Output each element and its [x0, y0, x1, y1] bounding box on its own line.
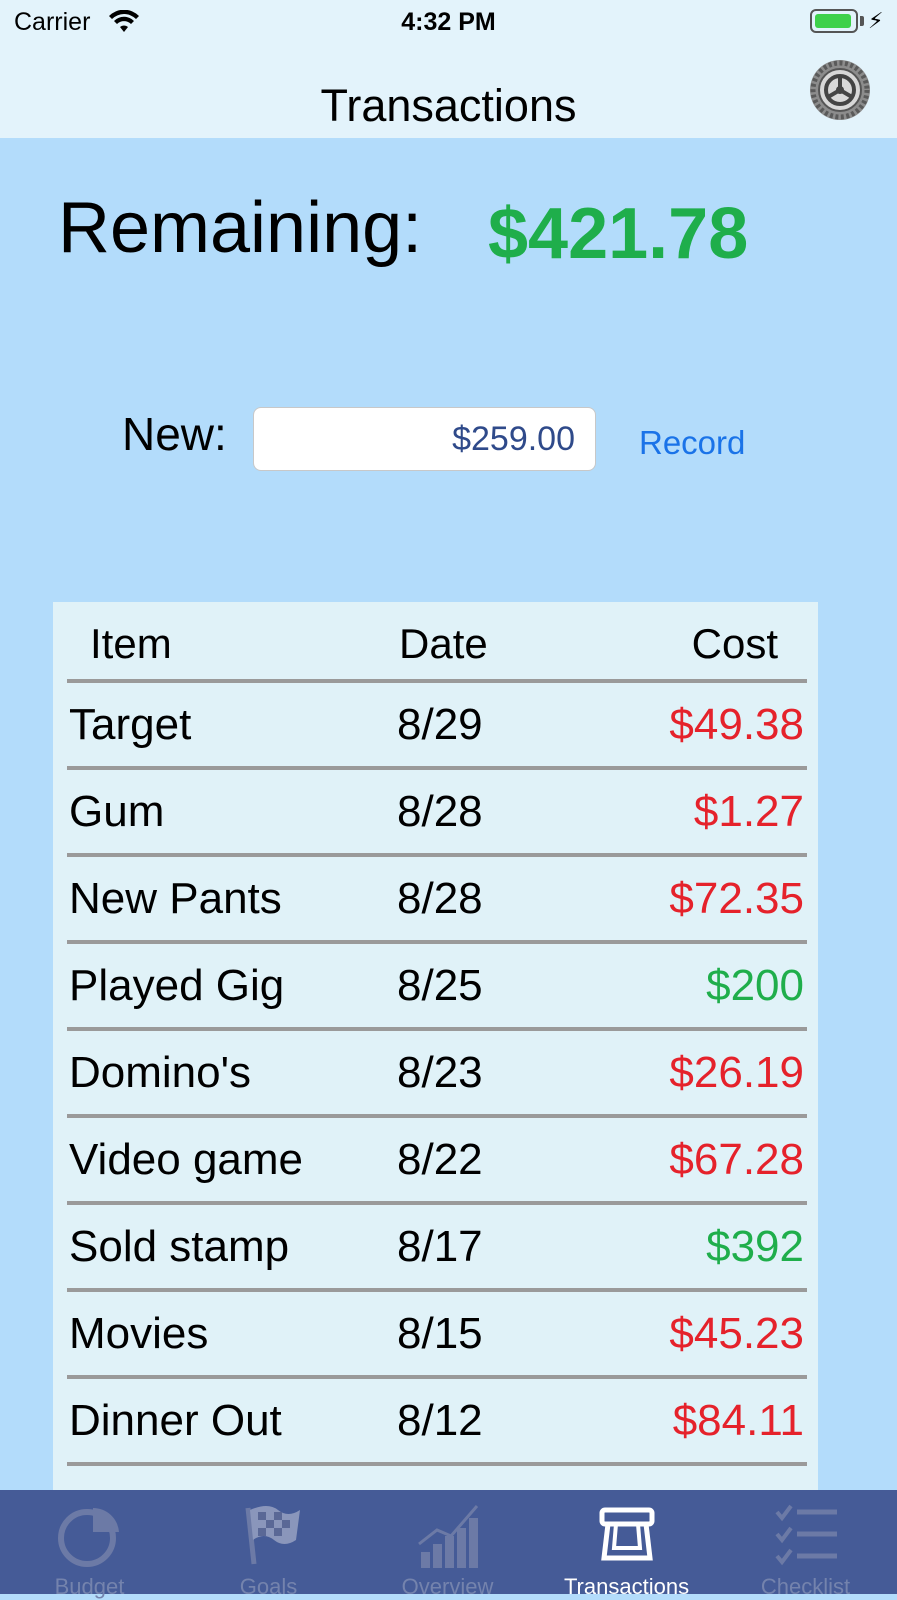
- navigation-bar: Transactions: [0, 46, 897, 138]
- item-name: Domino's: [69, 1048, 252, 1097]
- page-title: Transactions: [320, 80, 577, 131]
- clock: 4:32 PM: [401, 8, 496, 36]
- item-cost: $49.38: [669, 700, 804, 749]
- item-date: 8/17: [397, 1222, 483, 1271]
- item-name: Video game: [69, 1135, 304, 1184]
- item-cost: $45.23: [669, 1309, 804, 1358]
- item-name: New Pants: [69, 874, 282, 923]
- tab-label: Transactions: [563, 1574, 690, 1599]
- item-cost: $392: [706, 1222, 804, 1271]
- table-row[interactable]: Played Gig 8/25 $200: [53, 943, 818, 1030]
- item-name: Target: [69, 700, 192, 749]
- tab-label: Budget: [54, 1574, 125, 1599]
- status-bar: Carrier 4:32 PM ⚡︎: [0, 0, 897, 46]
- table-row[interactable]: Video game 8/22 $67.28: [53, 1117, 818, 1204]
- item-cost: $72.35: [669, 874, 804, 923]
- item-date: 8/15: [397, 1309, 483, 1358]
- checklist-icon: [775, 1504, 837, 1566]
- header-item: Item: [90, 620, 172, 667]
- record-button[interactable]: Record: [639, 424, 745, 462]
- table-row[interactable]: New Pants 8/28 $72.35: [53, 856, 818, 943]
- item-name: Dinner Out: [69, 1396, 282, 1445]
- table-row[interactable]: Sold stamp 8/17 $392: [53, 1204, 818, 1291]
- item-date: 8/22: [397, 1135, 483, 1184]
- tab-goals[interactable]: Goals: [179, 1490, 358, 1599]
- item-cost: $67.28: [669, 1135, 804, 1184]
- bar-chart-icon: [418, 1505, 479, 1568]
- tab-transactions[interactable]: Transactions: [537, 1490, 716, 1599]
- item-date: 8/29: [397, 700, 483, 749]
- item-cost: $200: [706, 961, 804, 1010]
- charging-bolt-icon: ⚡︎: [868, 8, 884, 33]
- table-row[interactable]: Target 8/29 $49.38: [53, 682, 818, 769]
- header-cost: Cost: [691, 620, 778, 667]
- item-date: 8/25: [397, 961, 483, 1010]
- table-row[interactable]: Dinner Out 8/12 $84.11: [53, 1378, 818, 1465]
- card-reader-icon: [599, 1507, 655, 1561]
- divider: [67, 1462, 807, 1466]
- battery-nub: [860, 16, 864, 26]
- table-row[interactable]: Domino's 8/23 $26.19: [53, 1030, 818, 1117]
- item-cost: $84.11: [672, 1396, 804, 1445]
- table-row[interactable]: Gum 8/28 $1.27: [53, 769, 818, 856]
- item-date: 8/28: [397, 874, 483, 923]
- tab-overview[interactable]: Overview: [358, 1490, 537, 1599]
- checkered-flag-icon: [245, 1506, 300, 1565]
- amount-input[interactable]: [253, 407, 596, 471]
- item-name: Movies: [69, 1309, 209, 1358]
- tab-label: Checklist: [760, 1574, 851, 1599]
- item-cost: $26.19: [669, 1048, 804, 1097]
- new-label: New:: [122, 408, 227, 460]
- transactions-table: Item Date Cost Target 8/29 $49.38 Gum 8/28 $1…: [53, 602, 818, 1492]
- item-date: 8/28: [397, 787, 483, 836]
- header-date: Date: [399, 620, 488, 667]
- battery-icon: [810, 9, 858, 33]
- gear-icon[interactable]: [808, 58, 872, 122]
- table-header: Item Date Cost: [53, 602, 818, 682]
- tab-label: Goals: [239, 1574, 298, 1599]
- item-name: Played Gig: [69, 961, 285, 1010]
- tab-label: Overview: [401, 1574, 494, 1599]
- table-row[interactable]: Movies 8/15 $45.23: [53, 1291, 818, 1378]
- item-date: 8/23: [397, 1048, 483, 1097]
- item-cost: $1.27: [693, 787, 804, 836]
- tab-checklist[interactable]: Checklist: [716, 1490, 895, 1599]
- tab-budget[interactable]: Budget: [0, 1490, 179, 1599]
- item-date: 8/12: [397, 1396, 483, 1445]
- battery-level: [815, 14, 851, 28]
- remaining-amount: $421.78: [488, 194, 749, 274]
- item-name: Gum: [69, 787, 165, 836]
- tab-bar: Budget Goals Overview Transactions Check…: [0, 1490, 897, 1599]
- item-name: Sold stamp: [69, 1222, 290, 1271]
- remaining-label: Remaining:: [58, 188, 423, 268]
- pie-chart-icon: [58, 1507, 119, 1567]
